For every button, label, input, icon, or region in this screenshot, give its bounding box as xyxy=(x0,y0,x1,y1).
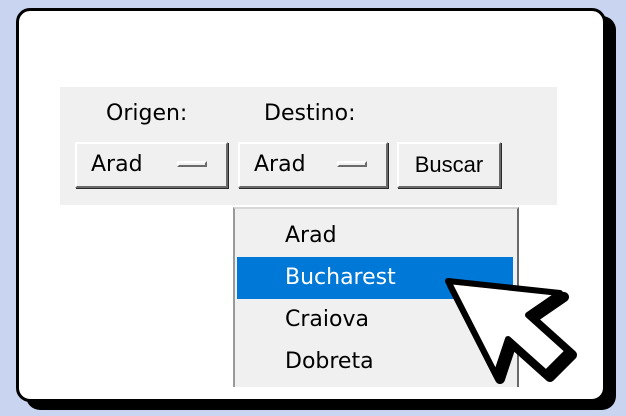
destino-selected-value: Arad xyxy=(254,152,306,177)
search-form-panel: Origen: Destino: Arad Arad Buscar xyxy=(60,87,557,205)
destino-label: Destino: xyxy=(264,101,356,126)
destino-option-menu[interactable]: Arad xyxy=(238,142,388,188)
option-menu-indicator-icon xyxy=(337,161,367,167)
option-menu-indicator-icon xyxy=(177,161,207,167)
mouse-pointer-icon xyxy=(445,278,577,384)
origen-label: Origen: xyxy=(106,101,188,126)
search-button[interactable]: Buscar xyxy=(397,142,501,188)
origen-selected-value: Arad xyxy=(91,152,143,177)
origen-option-menu[interactable]: Arad xyxy=(75,142,228,188)
dropdown-item-arad[interactable]: Arad xyxy=(237,215,513,257)
